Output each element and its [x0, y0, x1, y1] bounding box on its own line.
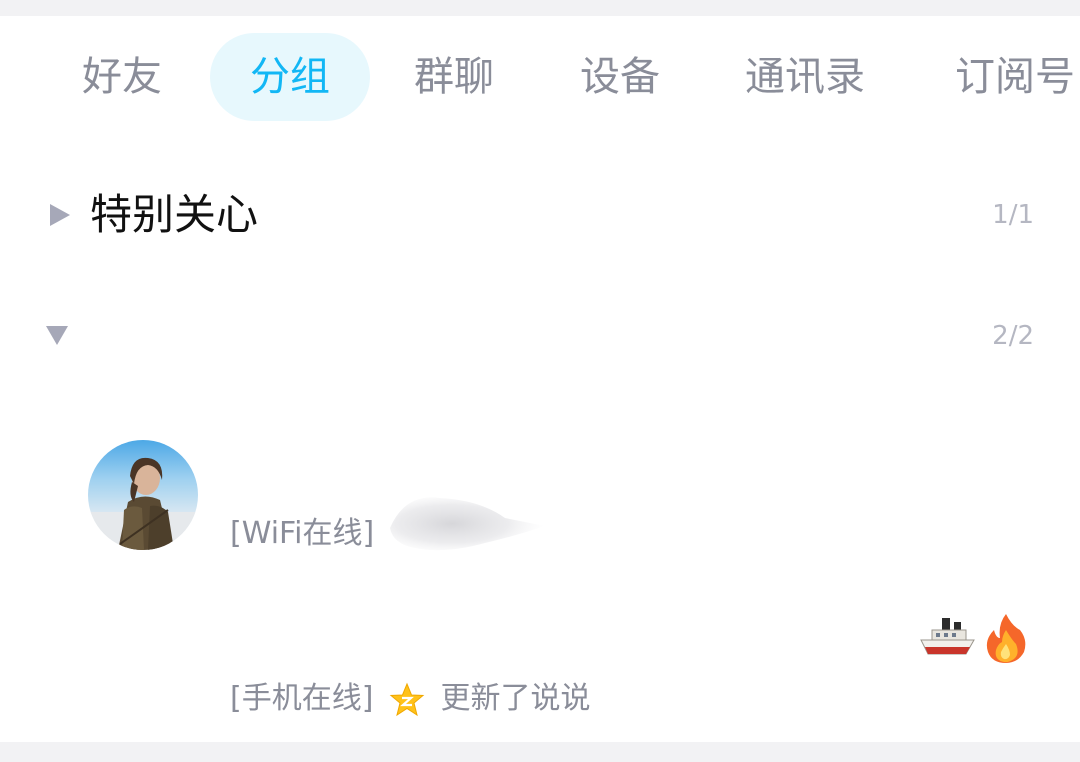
collapsed-arrow-icon: [50, 204, 70, 226]
group-name: 特别关心: [90, 190, 259, 239]
redacted-smudge-icon: [390, 497, 545, 551]
tab-friends[interactable]: 好友: [82, 33, 162, 121]
fire-icon: [986, 614, 1026, 663]
person-photo-icon: [88, 457, 198, 550]
group-header-unnamed[interactable]: 2/2: [0, 296, 1080, 376]
tab-group-chats[interactable]: 群聊: [414, 33, 494, 121]
tab-groups[interactable]: 分组: [210, 33, 370, 121]
group-online-count: 2/2: [992, 321, 1034, 351]
contact-status-line: [手机在线] 更新了说说: [230, 673, 591, 718]
tab-address-book[interactable]: 通讯录: [745, 33, 865, 121]
tab-devices[interactable]: 设备: [580, 33, 660, 121]
category-tab-bar: 好友 分组 群聊 设备 通讯录 订阅号: [0, 33, 1080, 121]
group-online-count: 1/1: [992, 200, 1034, 230]
avatar[interactable]: [88, 440, 198, 550]
contact-status: [WiFi在线]: [230, 516, 375, 551]
tab-subscriptions[interactable]: 订阅号: [955, 33, 1075, 121]
expanded-arrow-icon: [46, 326, 68, 345]
group-header-special-care[interactable]: 特别关心 1/1: [0, 175, 1080, 255]
update-text: 更新了说说: [440, 681, 591, 716]
qzone-star-icon: [389, 682, 425, 716]
contact-status: [手机在线]: [230, 681, 374, 716]
ship-icon: [920, 618, 975, 655]
